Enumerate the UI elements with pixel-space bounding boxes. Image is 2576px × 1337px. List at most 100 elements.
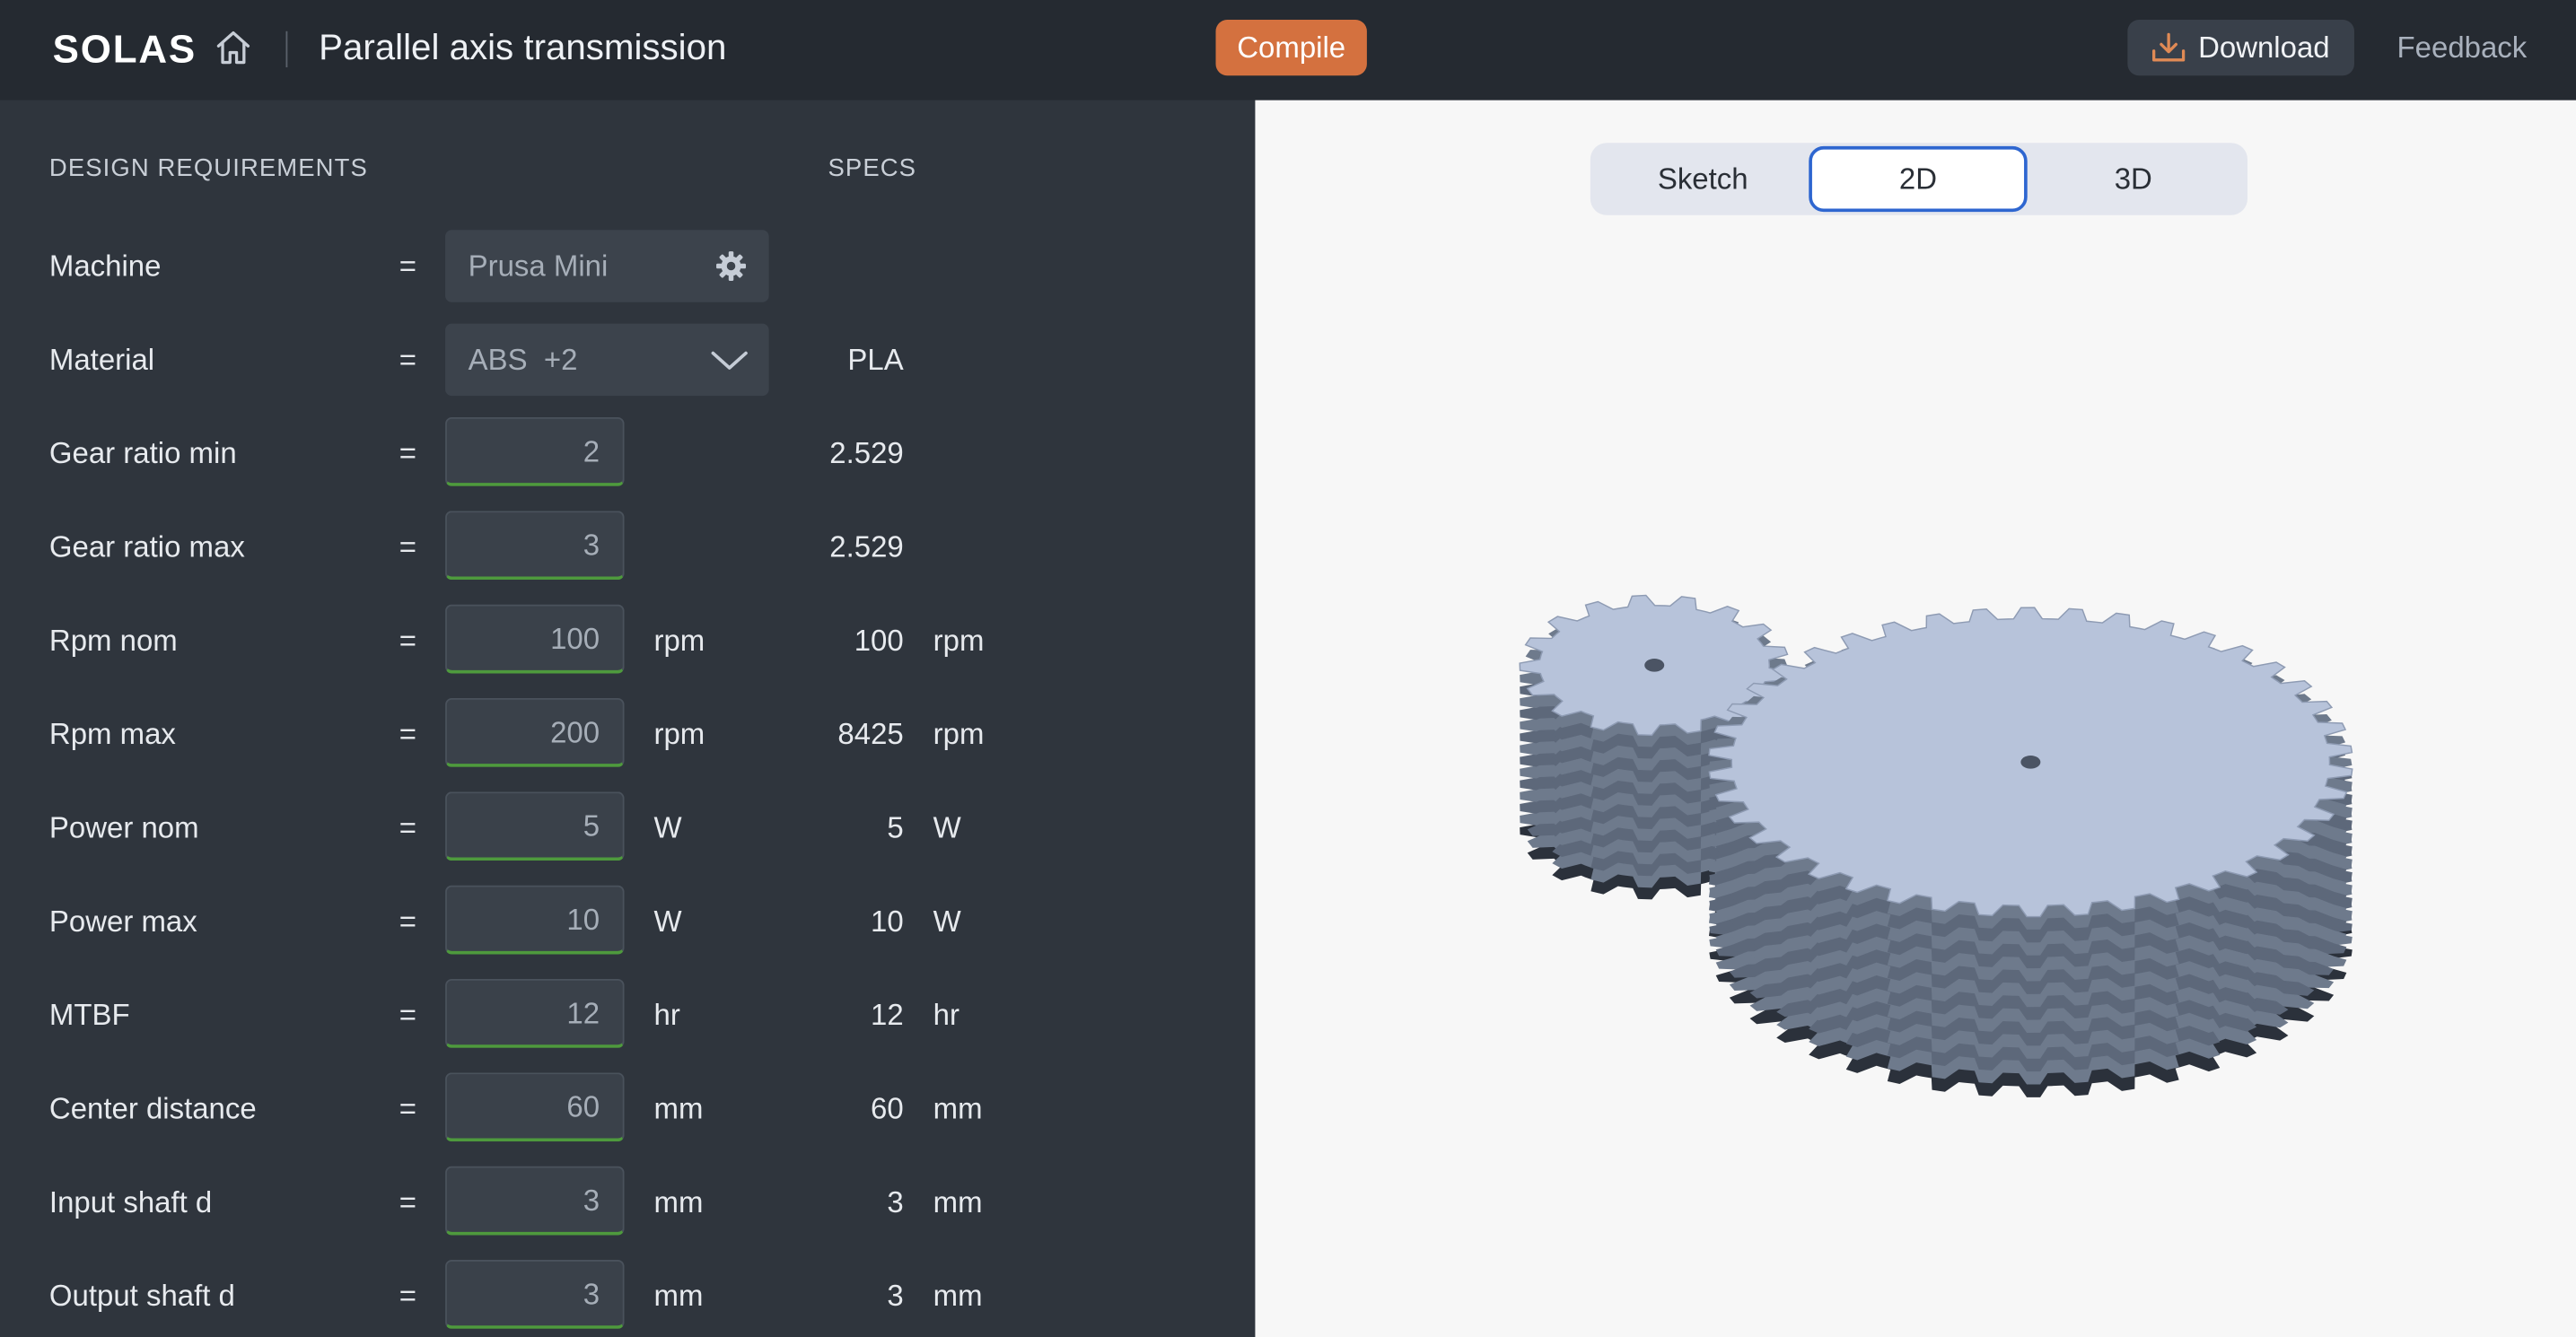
input-shaft-d-input[interactable]: 3 [445,1166,625,1236]
rpm-nom-row: Rpm nom = 100 rpm 100 rpm [0,604,1255,677]
center-distance-input[interactable]: 60 [445,1072,625,1142]
row-unit: mm [653,1092,704,1125]
row-label: Power max [48,904,197,939]
rpm-max-row: Rpm max = 200 rpm 8425 rpm [0,697,1255,771]
machine-select[interactable]: Prusa Mini [445,230,769,302]
row-spec: 8425 [837,717,904,751]
tab-2d[interactable]: 2D [1809,145,2028,213]
large-gear [1708,607,2353,1097]
row-unit: rpm [653,717,705,751]
material-label: Material [48,343,155,377]
row-unit: W [653,811,682,844]
row-label: Power nom [48,811,199,844]
row-spec-unit: mm [933,1092,983,1125]
equals-sign: = [399,811,417,844]
row-spec: 60 [871,1092,904,1125]
row-spec-unit: rpm [933,717,985,751]
row-label: Rpm max [48,717,176,751]
equals-sign: = [399,436,417,470]
rpm-nom-input[interactable]: 100 [445,604,625,674]
row-spec-unit: hr [933,998,959,1032]
power-max-row: Power max = 10 W 10 W [0,885,1255,958]
design-panel: DESIGN REQUIREMENTS SPECS Machine = Prus… [0,100,1256,1337]
chevron-down-icon[interactable] [708,344,751,377]
material-select[interactable]: ABS +2 [445,323,769,397]
power-max-input[interactable]: 10 [445,885,625,955]
row-spec: 2.529 [829,436,904,470]
row-label: Center distance [48,1092,257,1125]
row-unit: W [653,904,682,939]
equals-sign: = [399,1092,417,1125]
gear-ratio-max-input[interactable]: 3 [445,511,625,581]
machine-label: Machine [48,249,162,283]
gear-ratio-min-row: Gear ratio min = 2 2.529 [0,416,1255,490]
compile-button[interactable]: Compile [1215,19,1367,76]
solas-logo[interactable]: SOLAS [53,23,194,73]
gear-ratio-max-row: Gear ratio max = 3 2.529 [0,511,1255,583]
mtbf-input[interactable]: 12 [445,978,625,1048]
equals-sign: = [399,717,417,751]
download-button[interactable]: Download [2127,19,2354,76]
row-unit: hr [653,998,680,1032]
material-row: Material = ABS +2 PLA [0,323,1255,397]
row-label: Input shaft d [48,1185,213,1219]
feedback-link[interactable]: Feedback [2397,23,2528,73]
equals-sign: = [399,904,417,939]
equals-sign: = [399,624,417,658]
gear-settings-icon[interactable] [714,249,748,283]
output-shaft-d-row: Output shaft d = 3 mm 3 mm [0,1259,1255,1333]
row-spec: 2.529 [829,530,904,564]
row-spec: 3 [887,1279,904,1313]
row-unit: mm [653,1185,704,1219]
equals-sign: = [399,998,417,1032]
row-label: Gear ratio max [48,530,245,564]
gear-model-view[interactable] [1478,558,2398,1149]
download-icon [2152,32,2186,62]
title-separator [285,31,288,68]
app-root: SOLAS Parallel axis transmission Compile… [0,0,2576,1337]
row-unit: rpm [653,624,705,658]
specs-header: SPECS [828,154,917,183]
row-label: Output shaft d [48,1279,235,1313]
view-mode-switch: Sketch 2D 3D [1590,143,2247,215]
power-nom-input[interactable]: 5 [445,791,625,861]
material-value: ABS +2 [468,343,578,377]
equals-sign: = [399,343,417,377]
row-label: Rpm nom [48,624,178,658]
tab-3d[interactable]: 3D [2024,146,2242,212]
input-shaft-d-row: Input shaft d = 3 mm 3 mm [0,1166,1255,1239]
row-spec: 5 [887,811,904,844]
machine-row: Machine = Prusa Mini [0,230,1255,302]
equals-sign: = [399,530,417,564]
row-spec-unit: mm [933,1279,983,1313]
material-spec: PLA [847,343,904,377]
rpm-max-input[interactable]: 200 [445,697,625,767]
logo-text: SOLAS [53,28,194,72]
row-spec-unit: mm [933,1185,983,1219]
row-spec: 10 [871,904,904,939]
gear-ratio-min-input[interactable]: 2 [445,416,625,486]
equals-sign: = [399,1279,417,1313]
power-nom-row: Power nom = 5 W 5 W [0,791,1255,864]
equals-sign: = [399,249,417,283]
download-label: Download [2198,31,2330,65]
center-distance-row: Center distance = 60 mm 60 mm [0,1072,1255,1145]
tab-sketch[interactable]: Sketch [1593,146,1811,212]
row-label: MTBF [48,998,130,1032]
row-label: Gear ratio min [48,436,237,470]
design-requirements-header: DESIGN REQUIREMENTS [48,154,368,183]
machine-value: Prusa Mini [468,249,609,283]
home-icon[interactable] [212,26,255,69]
row-spec-unit: W [933,904,961,939]
top-bar: SOLAS Parallel axis transmission Compile… [0,0,2576,100]
row-spec-unit: rpm [933,624,985,658]
row-spec: 12 [871,998,904,1032]
row-spec: 3 [887,1185,904,1219]
row-spec: 100 [854,624,904,658]
mtbf-row: MTBF = 12 hr 12 hr [0,978,1255,1052]
output-shaft-d-input[interactable]: 3 [445,1259,625,1329]
row-spec-unit: W [933,811,961,844]
row-unit: mm [653,1279,704,1313]
page-title: Parallel axis transmission [319,26,727,68]
equals-sign: = [399,1185,417,1219]
